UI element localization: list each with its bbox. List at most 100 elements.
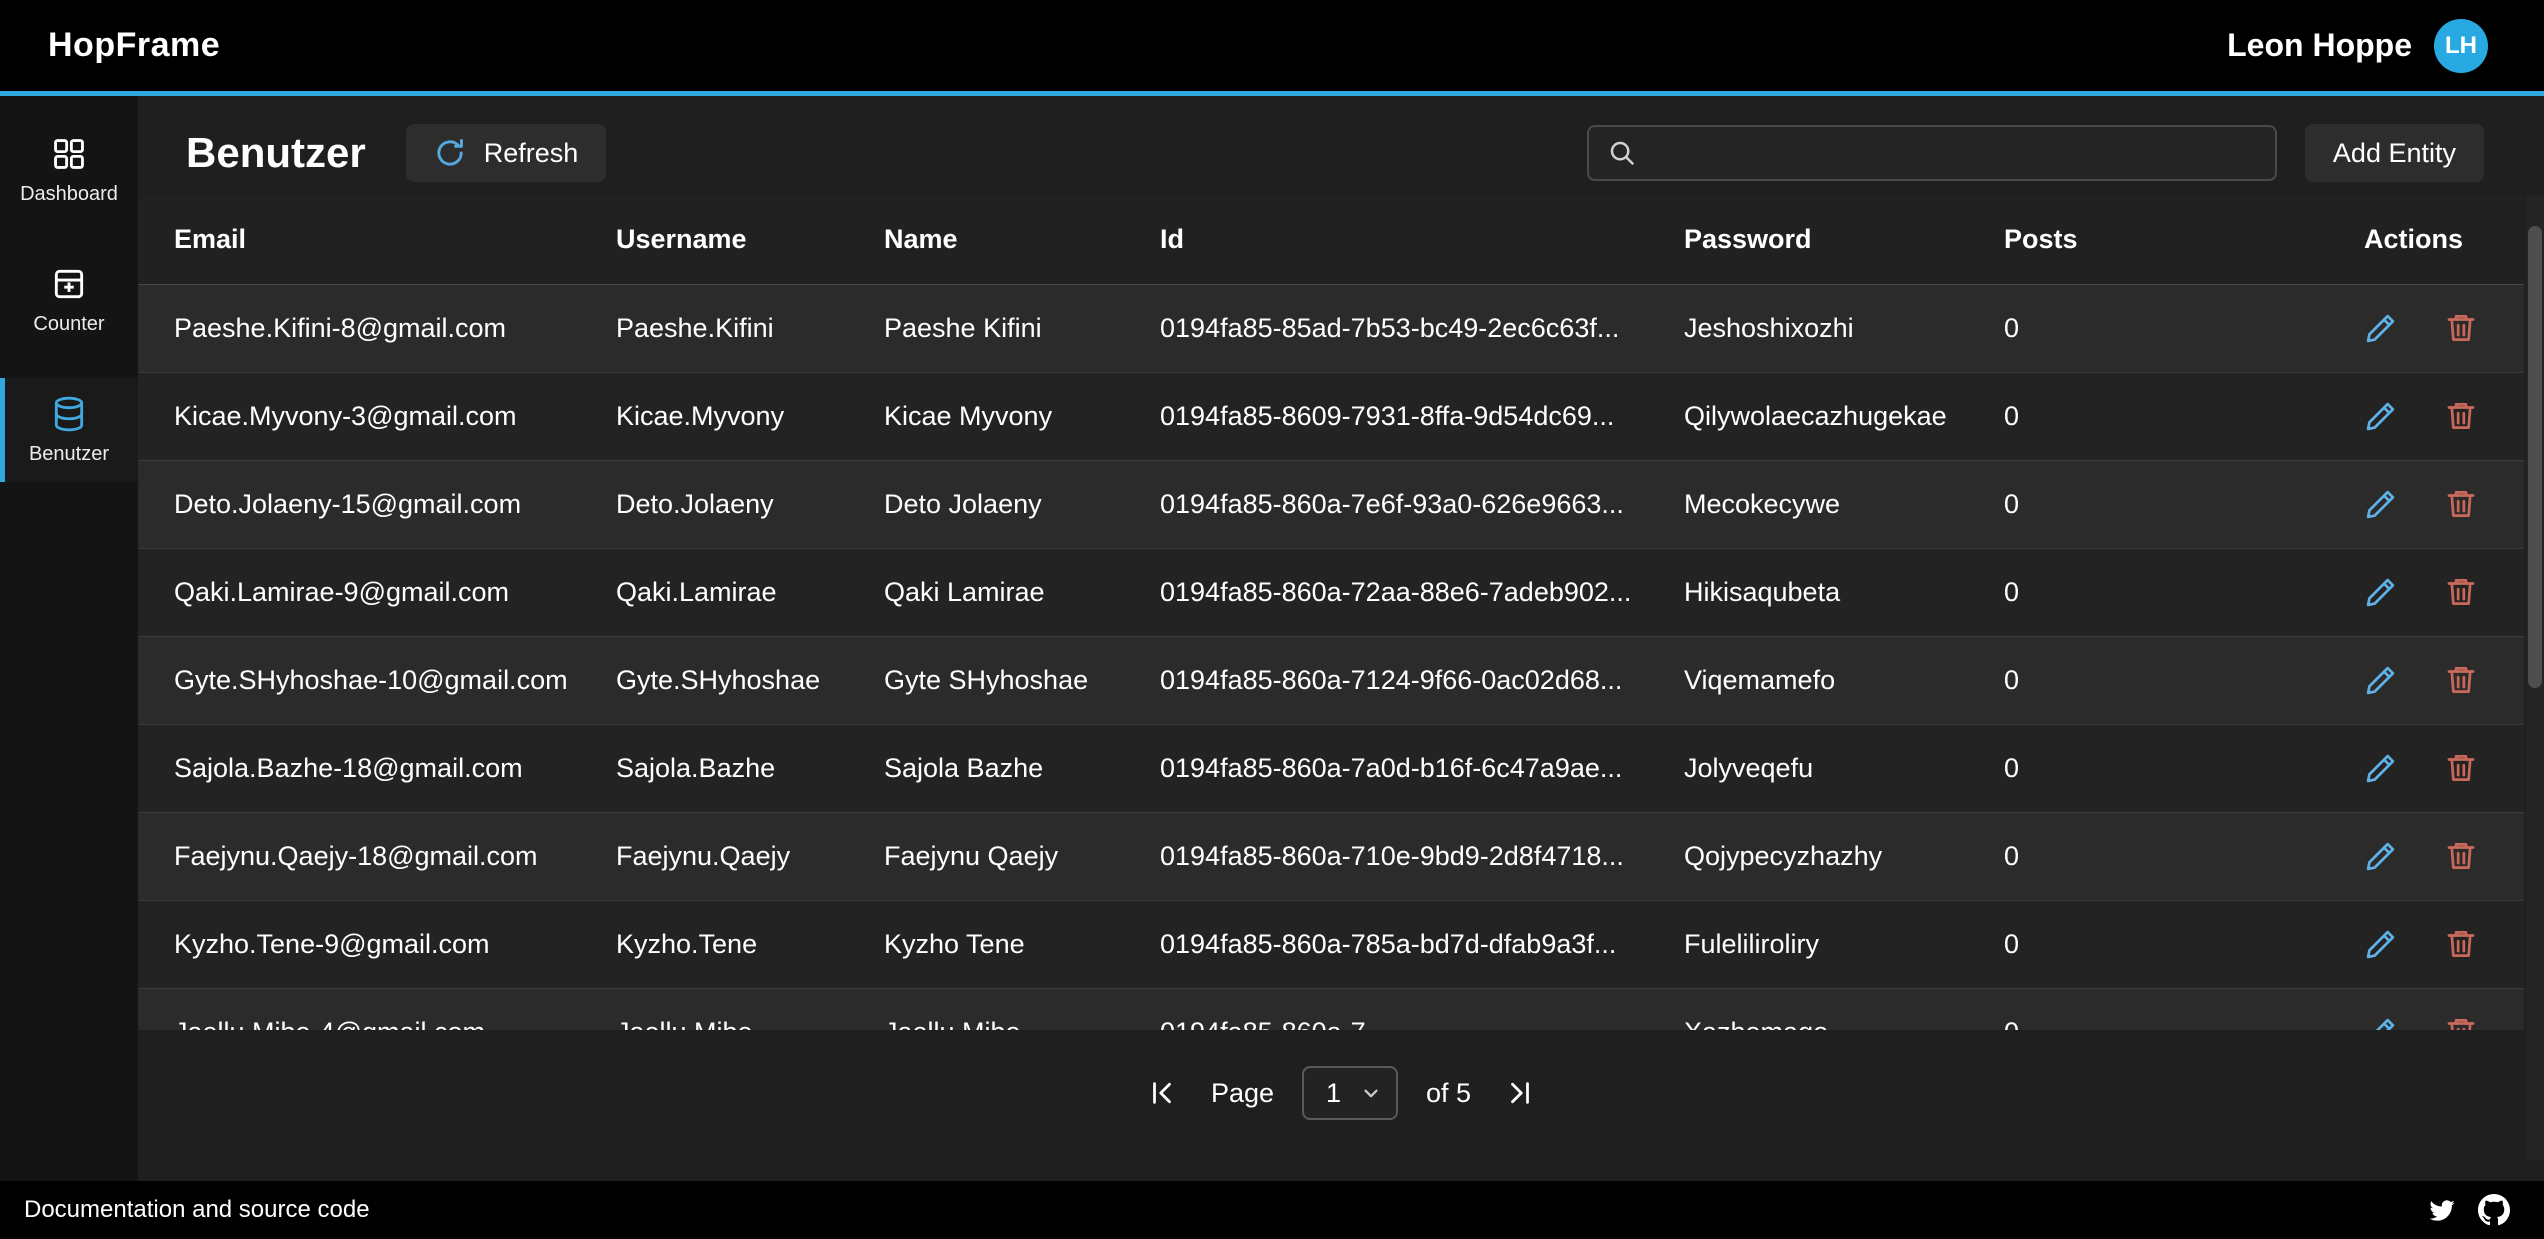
sidebar-item-benutzer[interactable]: Benutzer xyxy=(0,378,138,482)
bird-icon[interactable] xyxy=(2426,1194,2458,1226)
search-input[interactable] xyxy=(1651,138,2257,169)
pencil-icon xyxy=(2364,839,2398,873)
cell-posts: 0 xyxy=(2004,988,2364,1030)
table-row: Deto.Jolaeny-15@gmail.com Deto.Jolaeny D… xyxy=(138,460,2524,548)
dashboard-grid-icon xyxy=(50,135,88,173)
cell-id: 0194fa85-8609-7931-8ffa-9d54dc69... xyxy=(1160,372,1684,460)
page-select[interactable]: 1 xyxy=(1302,1066,1398,1120)
delete-row-button[interactable] xyxy=(2444,575,2478,609)
cell-name: Paeshe Kifini xyxy=(884,284,1160,372)
cell-posts: 0 xyxy=(2004,548,2364,636)
table-row: Faejynu.Qaejy-18@gmail.com Faejynu.Qaejy… xyxy=(138,812,2524,900)
cell-actions xyxy=(2364,812,2524,900)
database-icon xyxy=(50,395,88,433)
pencil-icon xyxy=(2364,311,2398,345)
cell-email: Jaellu.Mibe-4@gmail.com xyxy=(138,988,616,1030)
delete-row-button[interactable] xyxy=(2444,751,2478,785)
delete-row-button[interactable] xyxy=(2444,399,2478,433)
trash-icon xyxy=(2444,927,2478,961)
pencil-icon xyxy=(2364,927,2398,961)
cell-username: Paeshe.Kifini xyxy=(616,284,884,372)
cell-name: Faejynu Qaejy xyxy=(884,812,1160,900)
delete-row-button[interactable] xyxy=(2444,311,2478,345)
cell-actions xyxy=(2364,988,2524,1030)
table-row: Qaki.Lamirae-9@gmail.com Qaki.Lamirae Qa… xyxy=(138,548,2524,636)
table-row: Kyzho.Tene-9@gmail.com Kyzho.Tene Kyzho … xyxy=(138,900,2524,988)
column-header-name: Name xyxy=(884,196,1160,284)
footer-text: Documentation and source code xyxy=(24,1196,370,1224)
scrollbar-thumb[interactable] xyxy=(2528,226,2542,688)
sidebar-item-counter[interactable]: Counter xyxy=(0,248,138,352)
cell-email: Kicae.Myvony-3@gmail.com xyxy=(138,372,616,460)
trash-icon xyxy=(2444,839,2478,873)
entity-table: Email Username Name Id Password Posts Ac… xyxy=(138,196,2524,1030)
delete-row-button[interactable] xyxy=(2444,839,2478,873)
sidebar: Dashboard Counter Benutzer xyxy=(0,96,138,1181)
cell-actions xyxy=(2364,372,2524,460)
entity-table-wrapper: Email Username Name Id Password Posts Ac… xyxy=(138,196,2524,1030)
column-header-posts: Posts xyxy=(2004,196,2364,284)
cell-id: 0194fa85-860a-7... xyxy=(1160,988,1684,1030)
app-logo[interactable]: HopFrame xyxy=(48,26,220,65)
trash-icon xyxy=(2444,751,2478,785)
delete-row-button[interactable] xyxy=(2444,1015,2478,1030)
edit-row-button[interactable] xyxy=(2364,751,2398,785)
cell-name: Qaki Lamirae xyxy=(884,548,1160,636)
edit-row-button[interactable] xyxy=(2364,839,2398,873)
edit-row-button[interactable] xyxy=(2364,575,2398,609)
chevron-down-icon xyxy=(1360,1082,1382,1104)
trash-icon xyxy=(2444,575,2478,609)
cell-username: Deto.Jolaeny xyxy=(616,460,884,548)
page-label: Page xyxy=(1211,1078,1274,1109)
cell-id: 0194fa85-860a-785a-bd7d-dfab9a3f... xyxy=(1160,900,1684,988)
pencil-icon xyxy=(2364,751,2398,785)
cell-id: 0194fa85-860a-7124-9f66-0ac02d68... xyxy=(1160,636,1684,724)
sidebar-item-label: Benutzer xyxy=(29,443,109,466)
trash-icon xyxy=(2444,311,2478,345)
cell-posts: 0 xyxy=(2004,724,2364,812)
cell-name: Kyzho Tene xyxy=(884,900,1160,988)
column-header-id: Id xyxy=(1160,196,1684,284)
avatar[interactable]: LH xyxy=(2434,19,2488,73)
page-count-label: of 5 xyxy=(1426,1078,1471,1109)
trash-icon xyxy=(2444,399,2478,433)
pencil-icon xyxy=(2364,663,2398,697)
edit-row-button[interactable] xyxy=(2364,663,2398,697)
sidebar-item-dashboard[interactable]: Dashboard xyxy=(0,118,138,222)
edit-row-button[interactable] xyxy=(2364,927,2398,961)
delete-row-button[interactable] xyxy=(2444,487,2478,521)
edit-row-button[interactable] xyxy=(2364,1015,2398,1030)
column-header-email: Email xyxy=(138,196,616,284)
refresh-button[interactable]: Refresh xyxy=(406,124,607,182)
edit-row-button[interactable] xyxy=(2364,487,2398,521)
page-title: Benutzer xyxy=(186,129,366,177)
last-page-button[interactable] xyxy=(1499,1072,1541,1114)
table-header-row: Email Username Name Id Password Posts Ac… xyxy=(138,196,2524,284)
cell-username: Kyzho.Tene xyxy=(616,900,884,988)
edit-row-button[interactable] xyxy=(2364,399,2398,433)
user-name: Leon Hoppe xyxy=(2227,27,2412,64)
first-page-button[interactable] xyxy=(1141,1072,1183,1114)
delete-row-button[interactable] xyxy=(2444,663,2478,697)
user-menu[interactable]: Leon Hoppe LH xyxy=(2227,19,2488,73)
cell-password: Fuleliliroliry xyxy=(1684,900,2004,988)
github-icon[interactable] xyxy=(2478,1194,2510,1226)
page-select-value: 1 xyxy=(1326,1078,1341,1109)
vertical-scrollbar[interactable] xyxy=(2526,196,2544,1160)
cell-name: Jaellu Mibe xyxy=(884,988,1160,1030)
table-row: Paeshe.Kifini-8@gmail.com Paeshe.Kifini … xyxy=(138,284,2524,372)
add-entity-label: Add Entity xyxy=(2333,138,2456,169)
search-icon xyxy=(1607,138,1637,168)
delete-row-button[interactable] xyxy=(2444,927,2478,961)
edit-row-button[interactable] xyxy=(2364,311,2398,345)
add-entity-button[interactable]: Add Entity xyxy=(2305,124,2484,182)
cell-actions xyxy=(2364,460,2524,548)
cell-name: Deto Jolaeny xyxy=(884,460,1160,548)
cell-password: Mecokecywe xyxy=(1684,460,2004,548)
toolbar: Benutzer Refresh xyxy=(138,96,2544,196)
cell-name: Sajola Bazhe xyxy=(884,724,1160,812)
table-row: Sajola.Bazhe-18@gmail.com Sajola.Bazhe S… xyxy=(138,724,2524,812)
cell-actions xyxy=(2364,900,2524,988)
cell-password: Hikisaqubeta xyxy=(1684,548,2004,636)
footer-icons xyxy=(2426,1194,2510,1226)
